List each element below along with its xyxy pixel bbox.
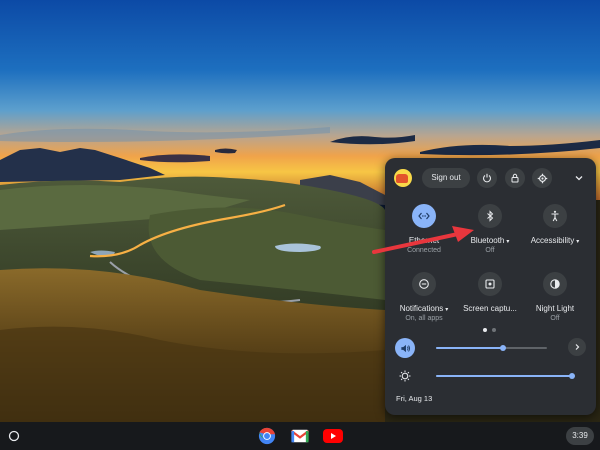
audio-settings-button[interactable] bbox=[568, 338, 586, 356]
lock-button[interactable] bbox=[505, 168, 525, 188]
quick-settings-header: Sign out bbox=[385, 158, 596, 198]
chrome-icon bbox=[258, 427, 276, 445]
tile-label: Screen captu... bbox=[463, 304, 517, 313]
page-indicator bbox=[481, 328, 501, 334]
settings-button[interactable] bbox=[532, 168, 552, 188]
page-dot-active[interactable] bbox=[483, 328, 487, 332]
gmail-icon bbox=[291, 429, 309, 443]
lock-icon bbox=[511, 173, 519, 183]
screen-capture-icon[interactable] bbox=[478, 272, 502, 296]
volume-fill bbox=[436, 347, 503, 349]
shelf: 3:39 bbox=[0, 422, 600, 450]
page-dot[interactable] bbox=[492, 328, 496, 332]
brightness-button[interactable] bbox=[395, 366, 415, 386]
launcher-button[interactable] bbox=[7, 429, 21, 443]
date-label[interactable]: Fri, Aug 13 bbox=[396, 394, 432, 403]
night-light-icon[interactable] bbox=[543, 272, 567, 296]
shelf-app-chrome[interactable] bbox=[257, 426, 277, 446]
dropdown-arrow-icon: ▾ bbox=[445, 307, 449, 313]
shelf-app-gmail[interactable] bbox=[290, 426, 310, 446]
bluetooth-icon[interactable] bbox=[478, 204, 502, 228]
accessibility-icon[interactable] bbox=[543, 204, 567, 228]
tile-night-light[interactable]: Night Light Off bbox=[522, 272, 588, 322]
brightness-slider-row bbox=[395, 366, 591, 386]
power-button[interactable] bbox=[477, 168, 497, 188]
launcher-icon bbox=[8, 430, 20, 442]
brightness-icon bbox=[399, 370, 411, 382]
dropdown-arrow-icon: ▾ bbox=[576, 239, 580, 245]
tile-label: Notifications ▾ bbox=[399, 304, 449, 313]
speaker-icon bbox=[400, 344, 410, 352]
chevron-down-icon bbox=[575, 176, 583, 181]
volume-thumb[interactable] bbox=[499, 345, 506, 351]
avatar[interactable] bbox=[394, 169, 412, 187]
chevron-right-icon bbox=[575, 344, 580, 350]
gear-icon bbox=[537, 173, 547, 183]
annotation-arrow bbox=[372, 226, 474, 254]
quick-settings-panel: Sign out Ethernet Connected Bluetooth▾ O… bbox=[385, 158, 596, 415]
dropdown-arrow-icon: ▾ bbox=[506, 239, 510, 245]
volume-button[interactable] bbox=[395, 338, 415, 358]
brightness-thumb[interactable] bbox=[569, 373, 575, 379]
collapse-button[interactable] bbox=[572, 171, 586, 185]
youtube-icon bbox=[323, 429, 343, 443]
tile-notifications[interactable]: Notifications ▾ On, all apps bbox=[391, 272, 457, 322]
power-icon bbox=[482, 173, 492, 183]
tile-screen-capture[interactable]: Screen captu... bbox=[457, 272, 523, 315]
brightness-slider[interactable] bbox=[436, 373, 575, 379]
sign-out-button[interactable]: Sign out bbox=[422, 168, 470, 188]
tile-status: On, all apps bbox=[405, 315, 443, 322]
volume-slider-row bbox=[395, 338, 591, 358]
shelf-app-youtube[interactable] bbox=[323, 426, 343, 446]
tile-accessibility[interactable]: Accessibility ▾ bbox=[522, 204, 588, 247]
notifications-icon[interactable] bbox=[412, 272, 436, 296]
volume-slider[interactable] bbox=[436, 345, 547, 351]
status-area-clock[interactable]: 3:39 bbox=[566, 427, 594, 445]
brightness-fill bbox=[436, 375, 572, 377]
tile-label: Accessibility ▾ bbox=[530, 236, 580, 245]
tile-status: Off bbox=[550, 315, 560, 322]
tile-label: Night Light bbox=[535, 304, 575, 313]
